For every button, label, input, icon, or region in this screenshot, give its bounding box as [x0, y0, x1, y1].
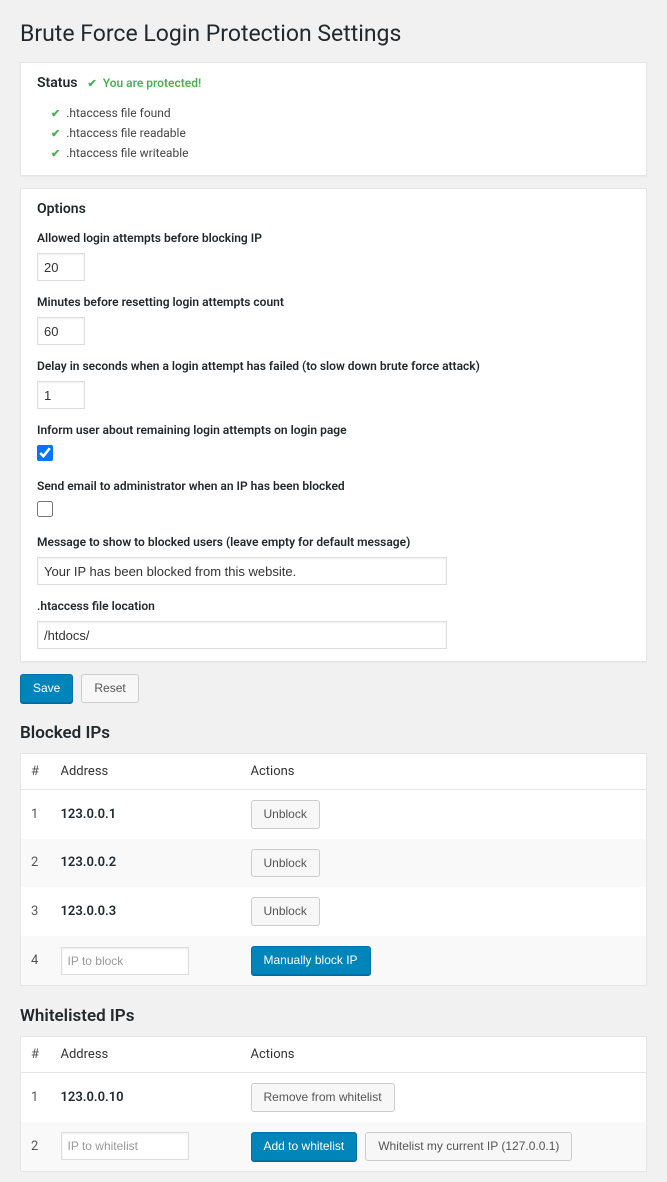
table-row: 3 123.0.0.3 Unblock: [21, 887, 647, 936]
col-index: #: [21, 753, 51, 789]
options-title: Options: [37, 201, 630, 217]
check-icon: ✔: [87, 77, 96, 90]
row-index: 3: [21, 887, 51, 936]
ip-to-block-input[interactable]: [61, 947, 189, 975]
status-message: ✔You are protected!: [87, 76, 201, 90]
status-label: Status: [37, 75, 77, 91]
whitelist-current-ip-button[interactable]: Whitelist my current IP (127.0.0.1): [365, 1132, 572, 1161]
delay-label: Delay in seconds when a login attempt ha…: [37, 359, 630, 373]
options-actions: Save Reset: [20, 674, 647, 703]
table-row: 1 123.0.0.1 Unblock: [21, 789, 647, 838]
row-index: 4: [21, 936, 51, 985]
col-address: Address: [51, 753, 241, 789]
htaccess-label: .htaccess file location: [37, 599, 630, 613]
check-icon: ✔: [51, 107, 60, 120]
blocked-ips-table: # Address Actions 1 123.0.0.1 Unblock 2 …: [20, 753, 647, 986]
unblock-button[interactable]: Unblock: [251, 800, 320, 829]
reset-button[interactable]: Reset: [81, 674, 138, 703]
check-icon: ✔: [51, 127, 60, 140]
unblock-button[interactable]: Unblock: [251, 849, 320, 878]
reset-minutes-label: Minutes before resetting login attempts …: [37, 295, 630, 309]
add-whitelist-button[interactable]: Add to whitelist: [251, 1132, 358, 1161]
reset-minutes-input[interactable]: [37, 317, 85, 345]
col-actions: Actions: [241, 753, 647, 789]
ip-to-whitelist-input[interactable]: [61, 1132, 189, 1160]
delay-input[interactable]: [37, 381, 85, 409]
row-index: 2: [21, 839, 51, 888]
blocked-message-label: Message to show to blocked users (leave …: [37, 535, 630, 549]
allowed-attempts-input[interactable]: [37, 253, 85, 281]
blocked-ips-title: Blocked IPs: [20, 723, 647, 743]
whitelisted-ips-title: Whitelisted IPs: [20, 1006, 647, 1026]
table-row: 2 123.0.0.2 Unblock: [21, 839, 647, 888]
row-index: 2: [21, 1122, 51, 1171]
send-email-label: Send email to administrator when an IP h…: [37, 479, 630, 493]
status-checks: ✔.htaccess file found ✔.htaccess file re…: [37, 103, 630, 163]
status-check-item: ✔.htaccess file readable: [51, 123, 630, 143]
col-index: #: [21, 1036, 51, 1072]
row-address: 123.0.0.1: [51, 789, 241, 838]
check-icon: ✔: [51, 147, 60, 160]
inform-user-checkbox[interactable]: [37, 445, 53, 461]
row-address: 123.0.0.2: [51, 839, 241, 888]
row-index: 1: [21, 1072, 51, 1121]
blocked-message-input[interactable]: [37, 557, 447, 585]
status-check-item: ✔.htaccess file writeable: [51, 143, 630, 163]
status-check-item: ✔.htaccess file found: [51, 103, 630, 123]
status-card: Status ✔You are protected! ✔.htaccess fi…: [20, 62, 647, 176]
page-title: Brute Force Login Protection Settings: [20, 20, 647, 47]
inform-user-label: Inform user about remaining login attemp…: [37, 423, 630, 437]
row-index: 1: [21, 789, 51, 838]
col-actions: Actions: [241, 1036, 647, 1072]
table-row-new: 2 Add to whitelist Whitelist my current …: [21, 1122, 647, 1171]
unblock-button[interactable]: Unblock: [251, 897, 320, 926]
remove-whitelist-button[interactable]: Remove from whitelist: [251, 1083, 395, 1112]
table-row-new: 4 Manually block IP: [21, 936, 647, 985]
allowed-attempts-label: Allowed login attempts before blocking I…: [37, 231, 630, 245]
table-row: 1 123.0.0.10 Remove from whitelist: [21, 1072, 647, 1121]
row-address: 123.0.0.10: [51, 1072, 241, 1121]
row-address: 123.0.0.3: [51, 887, 241, 936]
htaccess-input[interactable]: [37, 621, 447, 649]
save-button[interactable]: Save: [20, 674, 73, 703]
col-address: Address: [51, 1036, 241, 1072]
options-card: Options Allowed login attempts before bl…: [20, 188, 647, 662]
manually-block-button[interactable]: Manually block IP: [251, 946, 371, 975]
send-email-checkbox[interactable]: [37, 501, 53, 517]
whitelisted-ips-table: # Address Actions 1 123.0.0.10 Remove fr…: [20, 1036, 647, 1172]
